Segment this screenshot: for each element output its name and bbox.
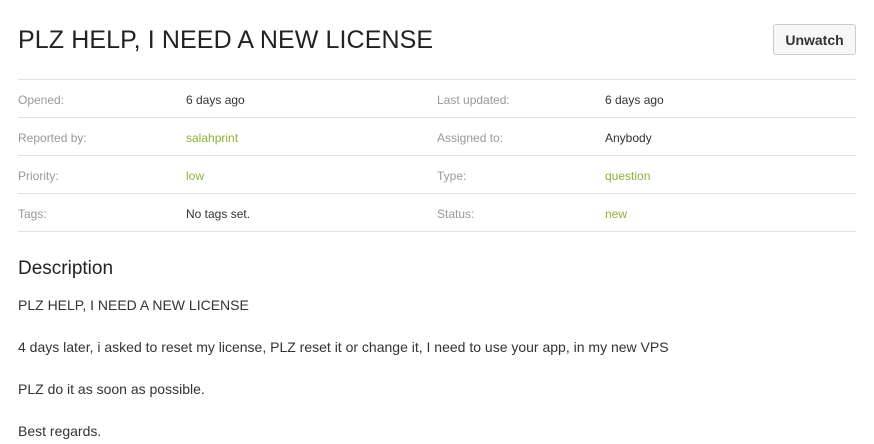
priority-link[interactable]: low — [186, 169, 204, 183]
opened-label: Opened: — [18, 93, 65, 107]
opened-value: 6 days ago — [186, 93, 245, 107]
reported-by-label: Reported by: — [18, 131, 87, 145]
type-link[interactable]: question — [605, 169, 650, 183]
meta-row-tags: Tags: No tags set. Status: new — [18, 194, 856, 232]
description-paragraph: PLZ do it as soon as possible. — [18, 381, 205, 397]
meta-row-reported: Reported by: salahprint Assigned to: Any… — [18, 118, 856, 156]
description-paragraph: PLZ HELP, I NEED A NEW LICENSE — [18, 297, 249, 313]
description-paragraph: Best regards. — [18, 423, 102, 439]
last-updated-value: 6 days ago — [605, 93, 664, 107]
issue-header: PLZ HELP, I NEED A NEW LICENSE Unwatch — [18, 24, 856, 56]
status-link[interactable]: new — [605, 207, 627, 221]
status-label: Status: — [437, 207, 475, 221]
description-body: PLZ HELP, I NEED A NEW LICENSE 4 days la… — [18, 297, 856, 444]
assignee-value: Anybody — [605, 131, 652, 145]
tags-value: No tags set. — [186, 207, 251, 221]
description-heading: Description — [18, 258, 114, 279]
meta-row-priority: Priority: low Type: question — [18, 156, 856, 194]
reporter-link[interactable]: salahprint — [186, 131, 238, 145]
type-label: Type: — [437, 169, 467, 183]
issue-meta-table: Opened: 6 days ago Last updated: 6 days … — [18, 79, 856, 232]
tags-label: Tags: — [18, 207, 47, 221]
last-updated-label: Last updated: — [437, 93, 510, 107]
description-paragraph: 4 days later, i asked to reset my licens… — [18, 339, 669, 355]
assigned-to-label: Assigned to: — [437, 131, 504, 145]
meta-row-opened: Opened: 6 days ago Last updated: 6 days … — [18, 80, 856, 118]
unwatch-button[interactable]: Unwatch — [773, 24, 856, 55]
priority-label: Priority: — [18, 169, 59, 183]
issue-title: PLZ HELP, I NEED A NEW LICENSE — [18, 26, 434, 54]
